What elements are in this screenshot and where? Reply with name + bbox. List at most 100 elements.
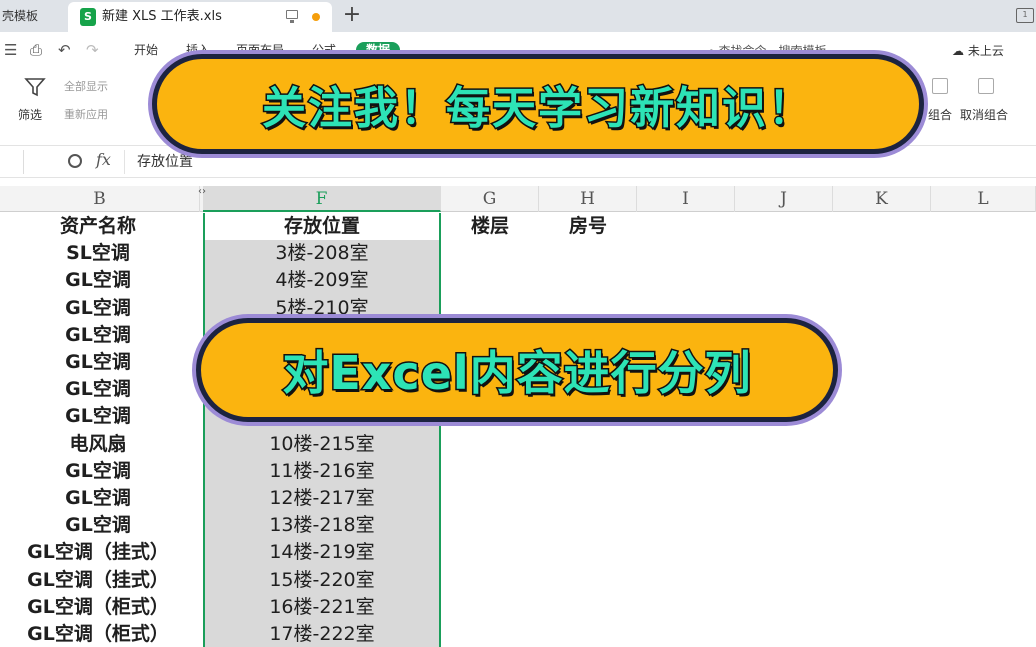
column-header-j[interactable]: J	[735, 186, 833, 212]
menu-home[interactable]: 开始	[134, 42, 158, 58]
redo-icon[interactable]: ↷	[86, 41, 99, 59]
cell-asset-name[interactable]: GL空调	[0, 322, 196, 349]
cell-floor[interactable]	[442, 485, 538, 512]
cell-room[interactable]	[540, 621, 636, 647]
column-header-k[interactable]: K	[833, 186, 931, 212]
cell-asset-name[interactable]: GL空调（柜式）	[0, 594, 196, 621]
cell-room[interactable]: 房号	[540, 213, 636, 240]
cell-asset-name[interactable]: GL空调	[0, 458, 196, 485]
cell-floor[interactable]: 楼层	[442, 213, 538, 240]
zoom-icon[interactable]	[68, 154, 82, 168]
table-row: GL空调 11楼-216室	[0, 458, 1036, 485]
cell-floor[interactable]	[442, 594, 538, 621]
cell-location[interactable]: 17楼-222室	[205, 621, 439, 647]
table-row: GL空调（挂式） 15楼-220室	[0, 567, 1036, 594]
cell-asset-name[interactable]: 资产名称	[0, 213, 196, 240]
fx-icon[interactable]: fx	[96, 150, 111, 169]
cell-asset-name[interactable]: GL空调	[0, 267, 196, 294]
reapply-button[interactable]: 重新应用	[64, 106, 108, 122]
cell-room[interactable]	[540, 240, 636, 267]
cell-floor[interactable]	[442, 539, 538, 566]
cell-asset-name[interactable]: GL空调（挂式）	[0, 567, 196, 594]
title-tab-bar: 壳模板 S 新建 XLS 工作表.xls + 1	[0, 0, 1036, 32]
cell-location[interactable]: 13楼-218室	[205, 512, 439, 539]
hidden-columns-marker[interactable]: ‹›	[198, 186, 206, 197]
cell-asset-name[interactable]: 电风扇	[0, 431, 196, 458]
middle-caption-banner: 对Excel内容进行分列	[196, 318, 838, 422]
cell-asset-name[interactable]: GL空调	[0, 295, 196, 322]
table-row: GL空调 4楼-209室	[0, 267, 1036, 294]
cell-room[interactable]	[540, 594, 636, 621]
cell-floor[interactable]	[442, 431, 538, 458]
show-all-button[interactable]: 全部显示	[64, 78, 108, 94]
table-row: GL空调 12楼-217室	[0, 485, 1036, 512]
column-headers: B F G H I J K L	[0, 186, 1036, 212]
top-caption-banner: 关注我！每天学习新知识！	[152, 54, 924, 154]
cell-location[interactable]: 存放位置	[205, 213, 439, 240]
cell-floor[interactable]	[442, 458, 538, 485]
group-label[interactable]: 组合	[928, 106, 952, 123]
new-tab-button[interactable]: +	[340, 2, 364, 30]
cell-asset-name[interactable]: GL空调	[0, 403, 196, 430]
cell-asset-name[interactable]: GL空调	[0, 512, 196, 539]
cell-asset-name[interactable]: GL空调	[0, 349, 196, 376]
cell-location[interactable]: 14楼-219室	[205, 539, 439, 566]
monitor-icon[interactable]	[286, 10, 298, 23]
cell-location[interactable]: 16楼-221室	[205, 594, 439, 621]
cell-location[interactable]: 10楼-215室	[205, 431, 439, 458]
cell-room[interactable]	[540, 485, 636, 512]
cell-floor[interactable]	[442, 240, 538, 267]
cell-location[interactable]: 15楼-220室	[205, 567, 439, 594]
cell-floor[interactable]	[442, 512, 538, 539]
cell-asset-name[interactable]: GL空调	[0, 485, 196, 512]
filter-icon[interactable]	[24, 76, 46, 98]
cell-room[interactable]	[540, 512, 636, 539]
column-header-f[interactable]: F	[203, 186, 441, 212]
table-row: GL空调 13楼-218室	[0, 512, 1036, 539]
undo-icon[interactable]: ↶	[58, 41, 71, 59]
cell-room[interactable]	[540, 539, 636, 566]
tab-title: 新建 XLS 工作表.xls	[102, 9, 222, 24]
cell-location[interactable]: 4楼-209室	[205, 267, 439, 294]
print-preview-icon[interactable]: ⎙	[30, 41, 42, 59]
cell-room[interactable]	[540, 431, 636, 458]
unsaved-dot-icon	[312, 13, 320, 21]
window-mode-button[interactable]: 1	[1016, 8, 1034, 23]
spreadsheet-icon: S	[80, 8, 96, 26]
cell-room[interactable]	[540, 458, 636, 485]
ungroup-icon[interactable]	[978, 78, 994, 94]
cell-asset-name[interactable]: SL空调	[0, 240, 196, 267]
top-caption-text: 关注我！每天学习新知识！	[261, 82, 814, 136]
column-header-g[interactable]: G	[441, 186, 539, 212]
tab-previous[interactable]: 壳模板	[0, 0, 68, 32]
table-row: GL空调（挂式） 14楼-219室	[0, 539, 1036, 566]
cloud-icon: ☁	[952, 44, 968, 58]
column-header-h[interactable]: H	[539, 186, 637, 212]
column-header-b[interactable]: B	[0, 186, 200, 212]
table-row: 电风扇 10楼-215室	[0, 431, 1036, 458]
cell-room[interactable]	[540, 267, 636, 294]
cell-room[interactable]	[540, 567, 636, 594]
cell-location[interactable]: 12楼-217室	[205, 485, 439, 512]
cell-asset-name[interactable]: GL空调	[0, 376, 196, 403]
cell-location[interactable]: 11楼-216室	[205, 458, 439, 485]
cell-floor[interactable]	[442, 267, 538, 294]
cell-location[interactable]: 3楼-208室	[205, 240, 439, 267]
tab-active-document[interactable]: S 新建 XLS 工作表.xls	[68, 2, 332, 32]
header-row: 资产名称 存放位置 楼层 房号	[0, 213, 1036, 240]
filter-label[interactable]: 筛选	[18, 106, 42, 123]
cell-floor[interactable]	[442, 567, 538, 594]
menu-icon[interactable]: ☰	[4, 41, 17, 59]
column-header-l[interactable]: L	[931, 186, 1036, 212]
ungroup-label[interactable]: 取消组合	[960, 106, 1008, 123]
cell-floor[interactable]	[442, 621, 538, 647]
group-icon[interactable]	[932, 78, 948, 94]
cell-asset-name[interactable]: GL空调（挂式）	[0, 539, 196, 566]
table-row: SL空调 3楼-208室	[0, 240, 1036, 267]
cloud-status[interactable]: ☁ 未上云	[952, 42, 1004, 59]
table-row: GL空调（柜式） 17楼-222室	[0, 621, 1036, 647]
name-box[interactable]	[0, 150, 24, 174]
column-header-i[interactable]: I	[637, 186, 735, 212]
table-row: GL空调（柜式） 16楼-221室	[0, 594, 1036, 621]
cell-asset-name[interactable]: GL空调（柜式）	[0, 621, 196, 647]
